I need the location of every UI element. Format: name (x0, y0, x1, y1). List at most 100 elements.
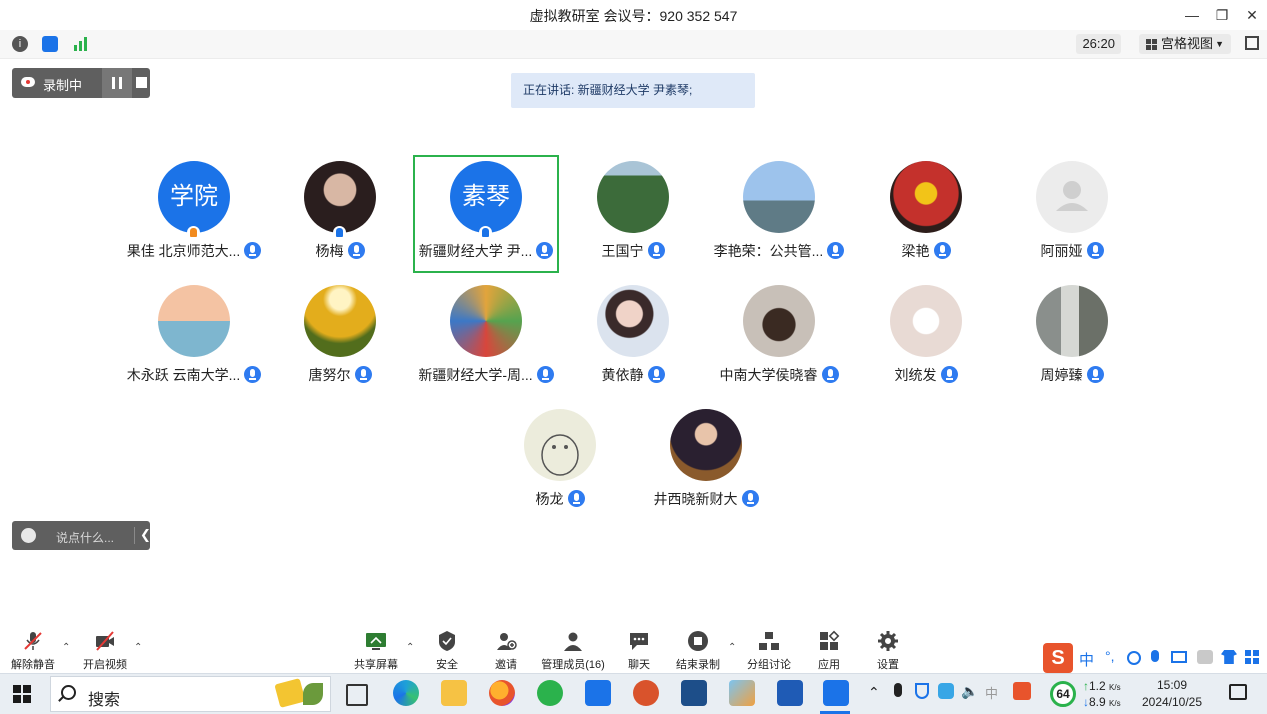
participant-tile[interactable]: 刘统发 (853, 279, 999, 397)
show-hidden-icons-chevron[interactable]: ⌃ (868, 684, 880, 701)
participant-tile[interactable]: 梁艳 (853, 155, 999, 273)
participant-tile[interactable]: 周婷臻 (999, 279, 1145, 397)
paint-icon[interactable] (729, 680, 755, 706)
totoro-drawing-icon (541, 434, 579, 476)
mic-icon[interactable] (244, 366, 262, 383)
mic-icon[interactable] (354, 366, 372, 383)
ime-mode[interactable]: 中 (1079, 649, 1094, 670)
collapse-chevron-icon[interactable]: ❮ (140, 527, 151, 543)
keyboard-icon[interactable] (1171, 651, 1187, 663)
mic-icon[interactable] (1086, 242, 1104, 259)
system-clock[interactable]: 15:09 2024/10/25 (1133, 677, 1211, 711)
chevron-up-icon[interactable]: ⌃ (134, 642, 142, 653)
invite-button[interactable]: 邀请 (471, 628, 541, 672)
toolbox-icon[interactable] (1245, 650, 1259, 664)
quick-chat-input[interactable]: 说点什么... ❮ (12, 521, 151, 550)
tencent-meeting-icon[interactable] (585, 680, 611, 706)
ime-punct[interactable]: °, (1105, 648, 1115, 664)
add-user-icon (497, 633, 517, 650)
start-video-button[interactable]: 开启视频 (70, 628, 140, 672)
mic-icon[interactable] (940, 366, 958, 383)
mic-icon[interactable] (244, 242, 262, 259)
participant-tile[interactable]: 中南大学侯晓睿 (706, 279, 852, 397)
signal-icon[interactable] (72, 36, 88, 52)
volume-icon[interactable]: 🔈 (961, 683, 978, 700)
title-bar: 虚拟教研室 会议号：920 352 547 — ❐ ✕ (0, 0, 1267, 30)
close-icon[interactable]: ✕ (1241, 4, 1263, 26)
battery-indicator[interactable]: 64 (1050, 681, 1076, 707)
participant-tile[interactable]: 黄依静 (560, 279, 706, 397)
participant-tile-active-speaker[interactable]: 素琴 新疆财经大学 尹... (413, 155, 559, 273)
vb-app-icon[interactable] (681, 680, 707, 706)
defender-shield-icon[interactable] (915, 683, 929, 699)
powerpoint-icon[interactable] (633, 680, 659, 706)
minimize-icon[interactable]: — (1181, 4, 1203, 26)
clock-date: 2024/10/25 (1141, 695, 1203, 709)
cohost-badge-icon (333, 226, 346, 239)
user-icon[interactable] (1197, 650, 1213, 664)
participant-tile[interactable]: 井西晓新财大 (633, 403, 779, 521)
mic-icon[interactable] (536, 242, 554, 259)
fullscreen-icon[interactable] (1245, 36, 1259, 50)
active-speaker-banner: 正在讲话: 新疆财经大学 尹素琴; (511, 73, 755, 108)
mic-icon[interactable] (827, 242, 845, 259)
input-method-icon[interactable]: 中 (985, 683, 998, 702)
taskbar-search[interactable]: 搜索 (50, 676, 331, 712)
sogou-logo-icon[interactable]: S (1043, 643, 1073, 673)
participant-tile[interactable]: 李艳荣：公共管... (706, 155, 852, 273)
word-icon[interactable] (777, 680, 803, 706)
stop-recording-button[interactable] (136, 77, 147, 88)
windows-start-icon[interactable] (13, 685, 31, 703)
edge-browser-icon[interactable] (393, 680, 419, 706)
participant-tile[interactable]: 木永跃 云南大学... (121, 279, 267, 397)
network-speed: ↑1.2 K/s ↓8.9 K/s (1083, 679, 1121, 709)
tray-app-icon[interactable] (938, 683, 954, 699)
participant-name: 中南大学侯晓睿 (719, 367, 818, 383)
end-recording-button[interactable]: 结束录制 (663, 628, 733, 672)
net-down: 8.9 (1089, 695, 1106, 709)
tencent-meeting-active-icon[interactable] (823, 680, 849, 706)
mic-muted-icon (24, 632, 42, 650)
participant-tile[interactable]: 杨龙 (487, 403, 633, 521)
file-explorer-icon[interactable] (441, 680, 467, 706)
mic-icon[interactable] (821, 366, 839, 383)
mic-icon[interactable] (536, 366, 554, 383)
mic-icon[interactable] (647, 366, 665, 383)
view-switch-button[interactable]: 宫格视图 ▼ (1139, 34, 1231, 54)
settings-button[interactable]: 设置 (853, 628, 923, 672)
unmute-button[interactable]: 解除静音 (0, 628, 68, 672)
notification-icon[interactable] (1229, 684, 1247, 700)
mic-icon[interactable] (741, 490, 759, 507)
firefox-icon[interactable] (489, 680, 515, 706)
participant-tile[interactable]: 学院 果佳 北京师范大... (121, 155, 267, 273)
mic-icon[interactable] (567, 490, 585, 507)
wechat-icon[interactable] (537, 680, 563, 706)
skin-shirt-icon[interactable] (1221, 650, 1237, 664)
emoji-icon[interactable] (1127, 651, 1141, 665)
mic-icon[interactable] (647, 242, 665, 259)
task-view-icon[interactable] (346, 684, 368, 706)
shield-icon[interactable] (42, 36, 58, 52)
avatar: 学院 (158, 161, 230, 233)
emoji-icon[interactable] (21, 528, 36, 543)
restore-icon[interactable]: ❐ (1211, 4, 1233, 26)
participant-tile[interactable]: 新疆财经大学-周... (413, 279, 559, 397)
pause-recording-button[interactable] (102, 68, 132, 98)
manage-members-button[interactable]: 管理成员(16) (538, 628, 608, 672)
participant-tile[interactable]: 王国宁 (560, 155, 706, 273)
participant-tile[interactable]: 阿丽娅 (999, 155, 1145, 273)
microphone-icon[interactable] (894, 683, 902, 697)
meeting-timer: 26:20 (1076, 34, 1121, 54)
cohost-badge-icon (479, 226, 492, 239)
participant-tile[interactable]: 杨梅 (267, 155, 413, 273)
chat-placeholder: 说点什么... (56, 531, 115, 545)
voice-input-icon[interactable] (1151, 650, 1159, 662)
mic-icon[interactable] (347, 242, 365, 259)
sogou-tray-icon[interactable] (1013, 682, 1031, 700)
mic-icon[interactable] (933, 242, 951, 259)
info-icon[interactable]: i (12, 36, 28, 52)
avatar (597, 285, 669, 357)
participant-tile[interactable]: 唐努尔 (267, 279, 413, 397)
mic-icon[interactable] (1086, 366, 1104, 383)
share-screen-button[interactable]: 共享屏幕 (341, 628, 411, 672)
